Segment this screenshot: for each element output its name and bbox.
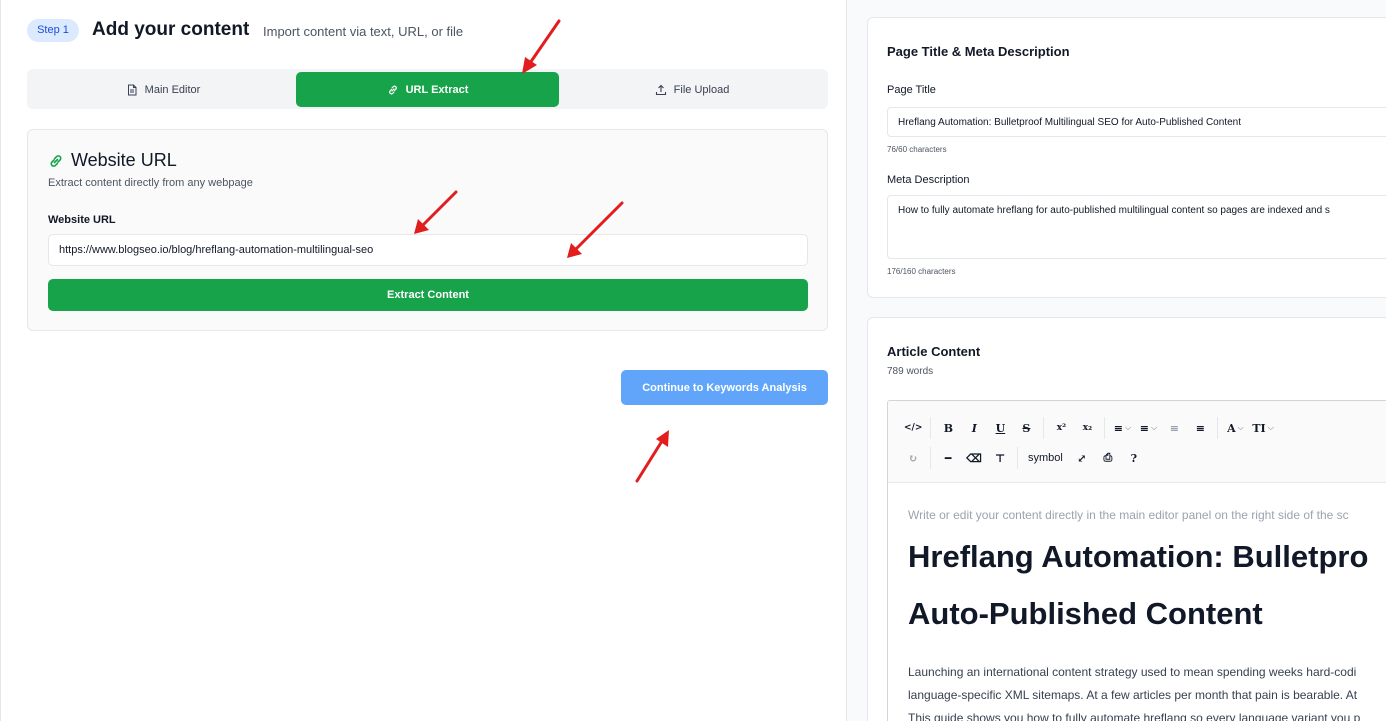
outdent-button[interactable]: ≡ — [1161, 416, 1187, 440]
chevron-down-icon: ⌵ — [1124, 423, 1132, 432]
toolbar-divider — [930, 447, 931, 469]
page-title-count: 76/60 characters — [887, 145, 947, 154]
website-url-label: Website URL — [48, 214, 116, 226]
upload-icon — [655, 84, 666, 95]
redo-button[interactable]: ↻ — [900, 446, 926, 470]
chevron-down-icon: ⌵ — [1150, 423, 1158, 432]
tab-main-editor[interactable]: Main Editor — [30, 72, 296, 107]
clear-format-button[interactable]: ⌫ — [961, 446, 987, 470]
word-count: 789 words — [887, 366, 934, 377]
format-painter-button[interactable]: ⊤ — [987, 446, 1013, 470]
strikethrough-button[interactable]: S — [1013, 416, 1039, 440]
toolbar-divider — [1104, 417, 1106, 439]
link-icon — [388, 85, 397, 94]
chevron-down-icon: ⌵ — [1237, 423, 1244, 432]
superscript-button[interactable]: x² — [1048, 416, 1074, 440]
toolbar-divider — [1043, 417, 1045, 439]
code-view-button[interactable]: </> — [900, 416, 926, 440]
meta-card-title: Page Title & Meta Description — [887, 44, 1070, 59]
tab-label: URL Extract — [405, 83, 469, 96]
indent-button[interactable]: ≡ — [1187, 416, 1213, 440]
card-title: Website URL — [71, 150, 177, 170]
font-color-button[interactable]: A ⌵ — [1222, 416, 1248, 440]
indent-icon: ≡ — [1195, 421, 1205, 435]
print-button[interactable]: ⎙ — [1095, 446, 1121, 470]
tab-file-upload[interactable]: File Upload — [559, 72, 825, 107]
help-icon: ? — [1130, 451, 1138, 465]
article-paragraph-line: Launching an international content strat… — [908, 665, 1357, 679]
toolbar-divider — [1017, 447, 1018, 469]
tab-url-extract[interactable]: URL Extract — [296, 72, 559, 107]
tab-label: Main Editor — [144, 83, 201, 96]
page-title: Add your content — [92, 19, 250, 40]
font-color-icon: A — [1227, 421, 1236, 435]
bullet-list-button[interactable]: ≡ ⌵ — [1109, 416, 1135, 440]
meta-description-count: 176/160 characters — [887, 267, 956, 276]
toolbar-row: ↻ ━ ⌫ ⊤ symbol ⤢ ⎙ ? — [900, 444, 1147, 472]
preview-panel: Page Title & Meta Description Page Title… — [847, 0, 1386, 721]
subscript-button[interactable]: x₂ — [1074, 416, 1100, 440]
list-numbered-icon: ≡ — [1139, 421, 1149, 435]
numbered-list-button[interactable]: ≡ ⌵ — [1135, 416, 1161, 440]
outdent-icon: ≡ — [1169, 421, 1179, 435]
italic-button[interactable]: I — [961, 416, 987, 440]
editor-placeholder: Write or edit your content directly in t… — [908, 508, 1349, 522]
help-button[interactable]: ? — [1121, 446, 1147, 470]
eraser-icon: ⌫ — [966, 451, 982, 465]
card-header: Website URL — [48, 150, 177, 171]
bold-button[interactable]: B — [935, 416, 961, 440]
toolbar-divider — [930, 417, 932, 439]
print-icon: ⎙ — [1103, 451, 1113, 464]
content-import-panel: Step 1 Add your content Import content v… — [0, 0, 847, 721]
editor-toolbar: </> B I U S x² x₂ ≡ ⌵ ≡ ⌵ ≡ ≡ A ⌵ TI ⌵ ↻… — [888, 401, 1386, 483]
horizontal-rule-button[interactable]: ━ — [935, 446, 961, 470]
tab-label: File Upload — [673, 83, 730, 96]
horizontal-rule-icon: ━ — [944, 451, 952, 465]
document-icon — [127, 84, 137, 95]
article-heading-line: Auto-Published Content — [908, 596, 1263, 631]
list-bullet-icon: ≡ — [1113, 421, 1123, 435]
symbol-button[interactable]: symbol — [1022, 446, 1069, 470]
toolbar-divider — [1217, 417, 1219, 439]
meta-description-label: Meta Description — [887, 174, 970, 186]
paint-roller-icon: ⊤ — [994, 451, 1006, 465]
chevron-down-icon: ⌵ — [1267, 423, 1274, 432]
rich-text-editor: </> B I U S x² x₂ ≡ ⌵ ≡ ⌵ ≡ ≡ A ⌵ TI ⌵ ↻… — [887, 400, 1386, 721]
article-paragraph-line: This guide shows you how to fully automa… — [908, 711, 1361, 721]
card-description: Extract content directly from any webpag… — [48, 177, 253, 189]
continue-to-keywords-button[interactable]: Continue to Keywords Analysis — [621, 370, 828, 405]
page-subtitle: Import content via text, URL, or file — [263, 24, 464, 39]
import-tabs: Main Editor URL Extract File Upload — [27, 69, 828, 109]
page-title-input[interactable] — [887, 107, 1386, 137]
article-card-title: Article Content — [887, 344, 981, 359]
article-heading-line: Hreflang Automation: Bulletpro — [908, 539, 1369, 574]
redo-icon: ↻ — [908, 451, 918, 465]
font-size-icon: TI — [1252, 421, 1266, 435]
page-title-label: Page Title — [887, 84, 936, 96]
article-card: Article Content 789 words </> B I U S x²… — [867, 317, 1386, 721]
meta-description-input[interactable]: How to fully automate hreflang for auto-… — [887, 195, 1386, 259]
link-icon — [50, 154, 62, 167]
annotation-arrow — [522, 19, 561, 74]
meta-card: Page Title & Meta Description Page Title… — [867, 17, 1386, 298]
underline-button[interactable]: U — [987, 416, 1013, 440]
font-size-button[interactable]: TI ⌵ — [1248, 416, 1277, 440]
website-url-card: Website URL Extract content directly fro… — [27, 129, 828, 331]
step-badge: Step 1 — [27, 19, 79, 42]
article-paragraph-line: language-specific XML sitemaps. At a few… — [908, 688, 1358, 702]
website-url-input[interactable] — [48, 234, 808, 266]
annotation-arrow — [635, 430, 669, 483]
toolbar-row: </> B I U S x² x₂ ≡ ⌵ ≡ ⌵ ≡ ≡ A ⌵ TI ⌵ — [900, 414, 1278, 442]
fullscreen-button[interactable]: ⤢ — [1069, 446, 1095, 470]
fullscreen-icon: ⤢ — [1077, 451, 1087, 465]
extract-content-button[interactable]: Extract Content — [48, 279, 808, 311]
